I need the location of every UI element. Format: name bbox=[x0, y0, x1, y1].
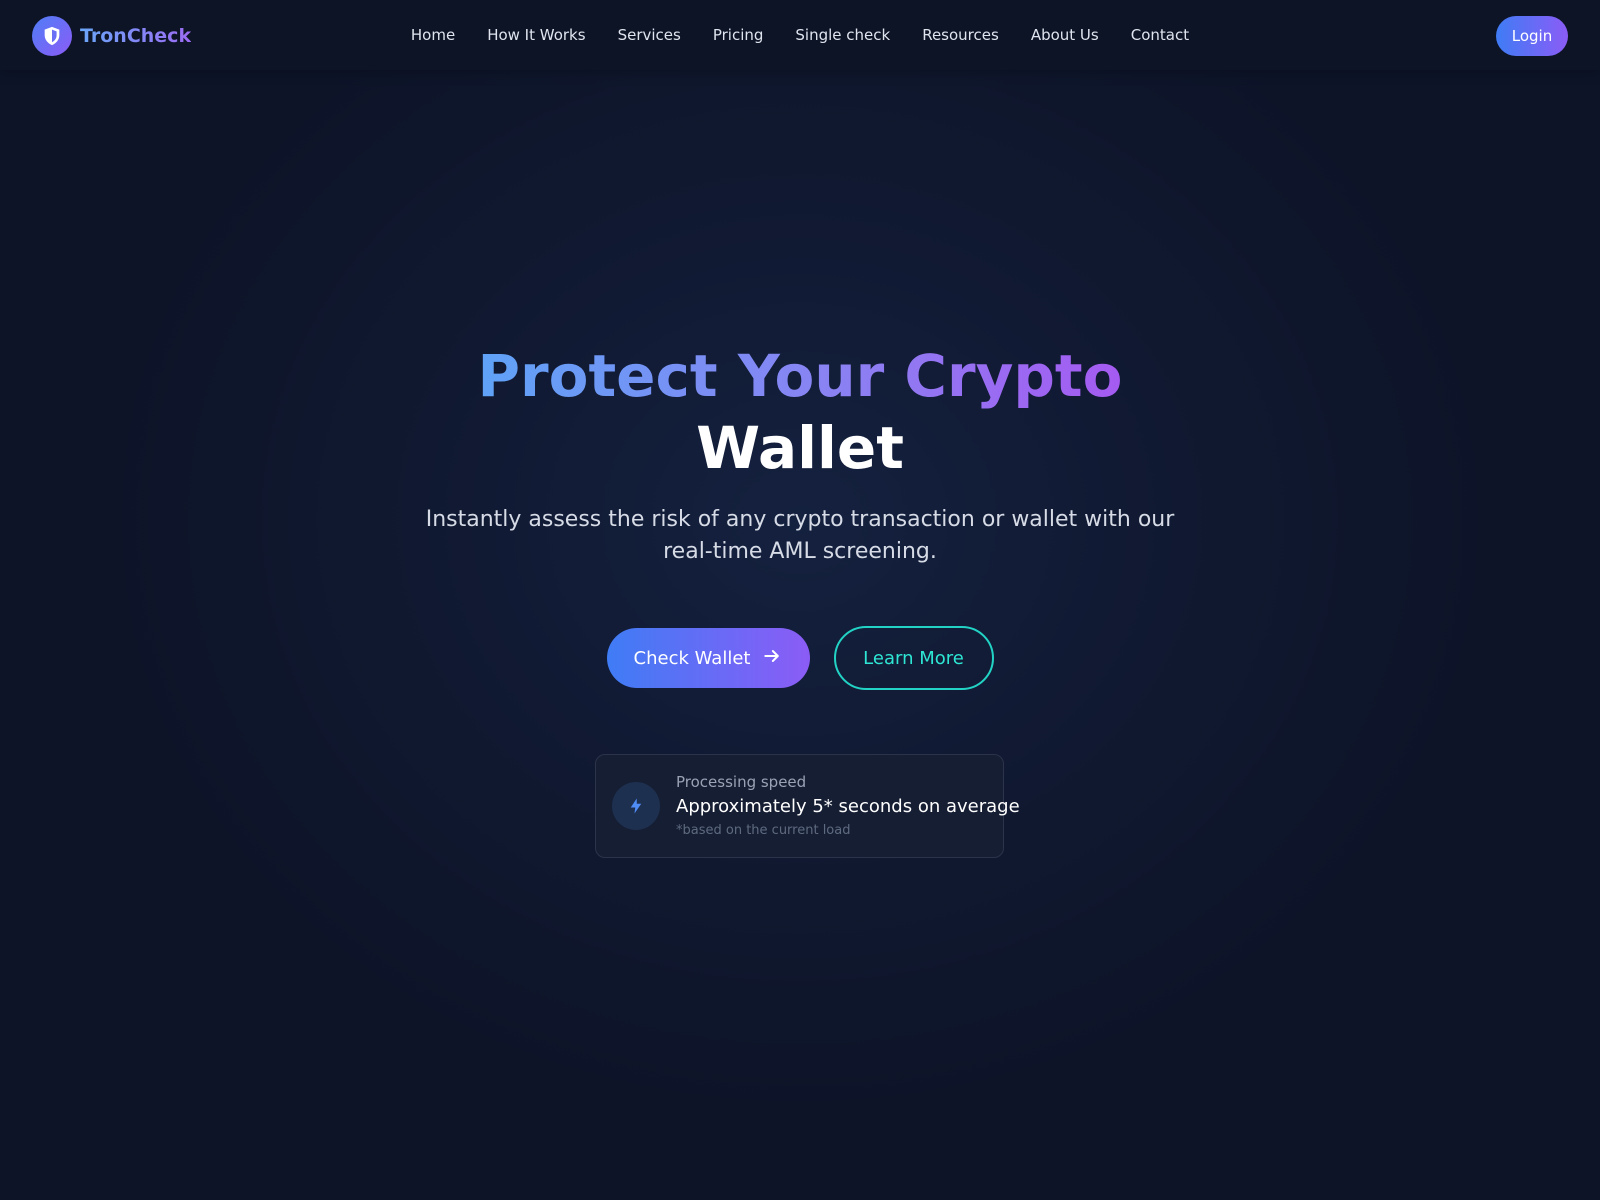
nav-link-how-it-works[interactable]: How It Works bbox=[487, 26, 585, 44]
login-button[interactable]: Login bbox=[1496, 16, 1568, 56]
check-wallet-label: Check Wallet bbox=[633, 647, 751, 669]
brand-logo-link[interactable]: TronCheck bbox=[32, 16, 191, 56]
lightning-bolt-icon bbox=[612, 782, 660, 830]
nav-link-contact[interactable]: Contact bbox=[1131, 26, 1189, 44]
check-wallet-button[interactable]: Check Wallet bbox=[606, 628, 810, 688]
nav-link-about-us[interactable]: About Us bbox=[1031, 26, 1099, 44]
shield-icon bbox=[32, 16, 72, 56]
speed-footnote: *based on the current load bbox=[676, 823, 851, 838]
brand-name: TronCheck bbox=[80, 25, 192, 47]
nav-link-single-check[interactable]: Single check bbox=[795, 26, 890, 44]
nav-link-home[interactable]: Home bbox=[411, 26, 455, 44]
hero-section: Protect Your Crypto Wallet Instantly ass… bbox=[0, 340, 1600, 568]
top-navbar: TronCheck Home How It Works Services Pri… bbox=[0, 0, 1600, 70]
arrow-right-icon bbox=[762, 646, 782, 671]
speed-value: Approximately 5* seconds on average bbox=[676, 796, 1020, 817]
speed-text-block: Processing speed Approximately 5* second… bbox=[676, 771, 1020, 841]
hero-title-gradient: Protect Your Crypto bbox=[477, 342, 1123, 410]
hero-subtitle: Instantly assess the risk of any crypto … bbox=[425, 507, 1175, 564]
learn-more-button[interactable]: Learn More bbox=[833, 626, 994, 690]
cta-row: Check Wallet Learn More bbox=[0, 626, 1600, 690]
processing-speed-card: Processing speed Approximately 5* second… bbox=[595, 754, 1020, 858]
hero-title-white: Wallet bbox=[696, 414, 904, 482]
main-nav: Home How It Works Services Pricing Singl… bbox=[0, 0, 1600, 70]
speed-label: Processing speed bbox=[676, 773, 807, 791]
nav-link-services[interactable]: Services bbox=[618, 26, 681, 44]
nav-link-resources[interactable]: Resources bbox=[922, 26, 999, 44]
nav-link-pricing[interactable]: Pricing bbox=[713, 26, 764, 44]
